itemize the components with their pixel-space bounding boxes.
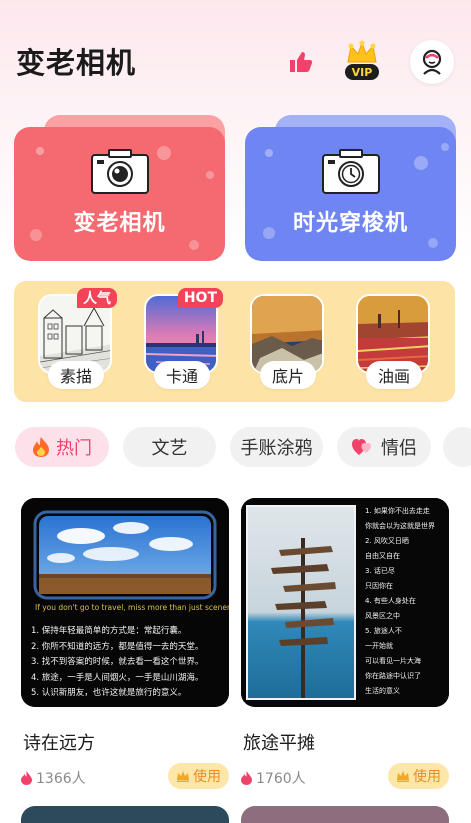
flame-icon	[241, 771, 252, 785]
template-card-peek[interactable]	[21, 806, 229, 823]
poem-line: 你就会以为这就是世界	[365, 522, 435, 530]
tab-journal-doodle[interactable]: 手账涂鸦	[230, 427, 323, 467]
style-item-negative[interactable]: 底片	[247, 294, 327, 389]
tab-label: 文艺	[151, 438, 188, 459]
tab-label: 热门	[56, 438, 92, 459]
tab-art[interactable]: 文艺	[123, 427, 216, 467]
style-badge-popular: 人气	[77, 288, 117, 308]
poem-line: 可以看见一片大海	[365, 657, 421, 665]
poem-line: 5. 认识新朋友，也许这就是旅行的意义。	[31, 688, 187, 698]
style-label: 油画	[366, 361, 422, 389]
style-label: 素描	[48, 361, 104, 389]
template-card-journey[interactable]: 1. 如果你不出去走走 你就会以为这就是世界 2. 风吹又日晒 自由又自在 3.…	[241, 498, 449, 789]
app-title: 变老相机	[16, 46, 137, 80]
vip-badge-text: VIP	[351, 66, 373, 79]
poem-line: 生活的意义	[365, 687, 400, 695]
style-filter-panel: 人气 素描 HOT 卡通 底片 油画	[14, 281, 455, 402]
style-label: 卡通	[154, 361, 210, 389]
poem-line: 1. 保持年轻最简单的方式是：常起行囊。	[31, 626, 187, 636]
template-meta: 1760人 使用	[241, 763, 449, 789]
tab-label: 情侣	[381, 438, 417, 459]
header: 变老相机 VIP	[0, 0, 471, 120]
use-button-label: 使用	[193, 769, 221, 785]
crown-icon	[176, 770, 190, 782]
template-usage-count: 1366人	[21, 768, 86, 788]
card-label: 变老相机	[73, 211, 166, 236]
hearts-icon	[351, 437, 375, 457]
use-button-label: 使用	[413, 769, 441, 785]
camera-icon	[91, 149, 149, 194]
use-template-button[interactable]: 使用	[388, 763, 449, 789]
flame-icon	[21, 771, 32, 785]
usage-count-text: 1760人	[256, 771, 306, 787]
style-item-sketch[interactable]: 人气 素描	[35, 288, 117, 389]
template-title: 诗在远方	[23, 733, 95, 754]
vip-icon[interactable]: VIP	[342, 40, 382, 84]
use-template-button[interactable]: 使用	[168, 763, 229, 789]
style-badge-hot: HOT	[177, 288, 223, 308]
style-item-cartoon[interactable]: HOT 卡通	[141, 288, 223, 389]
card-label: 时光穿梭机	[292, 211, 408, 236]
tab-hot[interactable]: 热门	[15, 427, 109, 467]
template-title: 旅途平摊	[243, 733, 315, 754]
thumbs-up-icon[interactable]	[285, 47, 315, 77]
tab-overflow[interactable]	[443, 427, 471, 467]
template-image: If you don't go to travel, miss more tha…	[21, 498, 229, 707]
poem-line: 4. 旅途，一手是人间烟火，一手是山川湖海。	[31, 672, 204, 683]
poem-line: 2. 风吹又日晒	[365, 537, 409, 545]
template-poem-lines: 1. 保持年轻最简单的方式是：常起行囊。 2. 你所不知道的远方，都是值得一去的…	[31, 624, 221, 702]
template-meta: 1366人 使用	[21, 763, 229, 789]
poem-line: 风景区之中	[365, 612, 400, 620]
poem-line: 只因你在	[365, 582, 393, 590]
tab-couple[interactable]: 情侣	[337, 427, 431, 467]
poem-line: 3. 话已尽	[365, 567, 395, 575]
time-machine-card[interactable]: 时光穿梭机	[245, 115, 456, 261]
clock-camera-icon	[322, 149, 380, 194]
style-label: 底片	[260, 361, 316, 389]
style-item-oil-painting[interactable]: 油画	[353, 294, 433, 389]
poem-line: 自由又自在	[365, 552, 400, 560]
poem-line: 你在路途中认识了	[365, 672, 421, 680]
usage-count-text: 1366人	[36, 771, 86, 787]
template-card-peek[interactable]	[241, 806, 449, 823]
template-image: 1. 如果你不出去走走 你就会以为这就是世界 2. 风吹又日晒 自由又自在 3.…	[241, 498, 449, 707]
poem-line: 5. 旅途人不	[365, 627, 402, 635]
poem-line: 3. 找不到答案的时候，就去看一看这个世界。	[31, 657, 204, 667]
poem-line: 2. 你所不知道的远方，都是值得一去的天堂。	[31, 641, 204, 652]
template-poem-lines: 1. 如果你不出去走走 你就会以为这就是世界 2. 风吹又日晒 自由又自在 3.…	[365, 504, 449, 699]
template-caption-en: If you don't go to travel, miss more tha…	[35, 603, 229, 612]
tab-label: 手账涂鸦	[240, 438, 313, 459]
user-avatar-icon	[422, 49, 442, 75]
poem-line: 1. 如果你不出去走走	[365, 507, 430, 515]
template-usage-count: 1760人	[241, 768, 306, 788]
template-card-poetry[interactable]: If you don't go to travel, miss more tha…	[21, 498, 229, 789]
poem-line: 4. 有些人身处在	[365, 597, 416, 605]
category-tabs: 热门 文艺 手账涂鸦 情侣	[0, 427, 471, 467]
crown-icon	[396, 770, 410, 782]
fire-icon	[32, 436, 50, 458]
age-camera-card[interactable]: 变老相机	[14, 115, 225, 261]
avatar-button[interactable]	[410, 40, 454, 84]
poem-line: 一开始就	[365, 642, 393, 650]
